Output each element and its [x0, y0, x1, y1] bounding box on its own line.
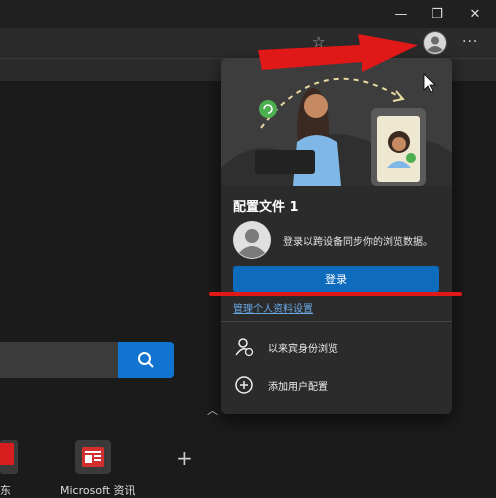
- more-menu-button[interactable]: ···: [462, 34, 478, 50]
- guest-icon: [235, 338, 254, 357]
- profile-avatar: [233, 221, 271, 259]
- close-button[interactable]: ✕: [462, 4, 488, 24]
- annotation-underline: [209, 292, 462, 296]
- add-quick-link-button[interactable]: +: [176, 446, 193, 470]
- restore-button[interactable]: ❐: [424, 4, 450, 24]
- add-profile-item[interactable]: 添加用户配置: [221, 370, 452, 400]
- chevron-up-icon[interactable]: ︿: [207, 402, 218, 418]
- search-icon: [138, 352, 154, 368]
- profile-title: 配置文件 1: [233, 200, 299, 215]
- profile-avatar-icon: [424, 32, 446, 54]
- browser-toolbar: [0, 28, 496, 58]
- quick-link-label: Microsoft 资讯: [60, 484, 136, 497]
- title-bar: — ❐ ✕: [0, 0, 496, 28]
- quick-link-jd[interactable]: [0, 440, 18, 474]
- ms-news-icon: [82, 447, 104, 467]
- search-button[interactable]: [118, 342, 174, 378]
- person-icon: [233, 221, 271, 259]
- menu-divider: [221, 321, 452, 322]
- sync-illustration: [221, 58, 452, 186]
- signin-prompt: 登录以跨设备同步你的浏览数据。: [283, 237, 433, 248]
- profile-flyout: 配置文件 1 登录以跨设备同步你的浏览数据。 登录 管理个人资料设置 以来宾身份…: [221, 58, 452, 414]
- menu-item-label: 以来宾身份浏览: [268, 344, 338, 355]
- profile-button[interactable]: [423, 31, 447, 55]
- sync-illustration-art: [221, 58, 452, 186]
- minimize-button[interactable]: —: [388, 4, 414, 24]
- jd-logo-icon: [0, 443, 14, 465]
- menu-item-label: 添加用户配置: [268, 382, 328, 393]
- quick-link-microsoft-news[interactable]: [75, 440, 111, 474]
- favorite-star-icon[interactable]: ☆: [312, 33, 325, 51]
- browse-as-guest-item[interactable]: 以来宾身份浏览: [221, 332, 452, 362]
- manage-profile-link[interactable]: 管理个人资料设置: [233, 300, 313, 315]
- add-circle-icon: [235, 376, 253, 394]
- search-input[interactable]: [0, 342, 118, 378]
- quick-link-label: 东: [0, 484, 11, 497]
- signin-button[interactable]: 登录: [233, 266, 439, 292]
